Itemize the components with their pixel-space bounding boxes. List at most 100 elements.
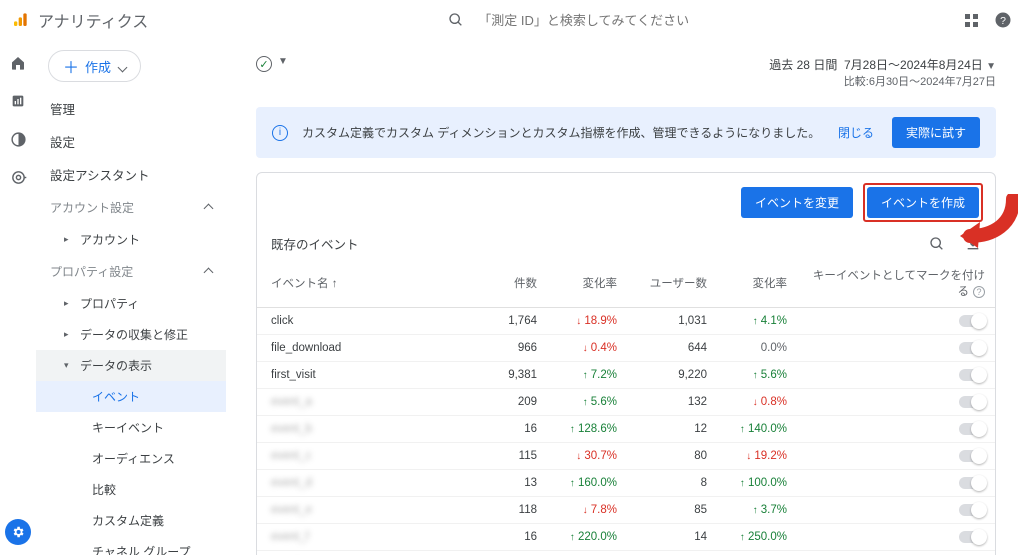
cell-count: 115	[487, 443, 547, 470]
table-row[interactable]: event_e118↓ 7.8%85↑ 3.7%	[257, 497, 995, 524]
download-icon[interactable]	[965, 236, 981, 252]
search-input[interactable]	[476, 12, 736, 29]
key-event-toggle[interactable]	[959, 450, 985, 462]
cell-event-name: event_g	[257, 551, 487, 555]
cell-toggle	[797, 308, 995, 335]
table-row[interactable]: file_download966↓ 0.4%644 0.0%	[257, 335, 995, 362]
apps-icon[interactable]	[965, 14, 978, 27]
nav-data-collection[interactable]: ▸データの収集と修正	[36, 319, 226, 350]
key-event-toggle[interactable]	[959, 477, 985, 489]
table-row[interactable]: event_a209↑ 5.6%132↓ 0.8%	[257, 389, 995, 416]
nav-channel-groups[interactable]: チャネル グループ	[36, 536, 226, 555]
help-icon[interactable]: ?	[994, 11, 1012, 29]
cell-change2: ↑ 250.0%	[717, 524, 797, 551]
cell-count: 9,381	[487, 362, 547, 389]
key-event-toggle[interactable]	[959, 423, 985, 435]
cell-change1: ↑ 7.2%	[547, 362, 627, 389]
rail-reports-icon[interactable]	[9, 92, 27, 110]
key-event-toggle[interactable]	[959, 504, 985, 516]
cell-users: 9,220	[627, 362, 717, 389]
cell-event-name: event_b	[257, 416, 487, 443]
table-row[interactable]: event_d13↑ 160.0%8↑ 100.0%	[257, 470, 995, 497]
chevron-up-icon	[205, 265, 212, 279]
key-event-toggle[interactable]	[959, 315, 985, 327]
cell-users: 85	[627, 497, 717, 524]
cell-event-name: file_download	[257, 335, 487, 362]
nav-custom-definitions[interactable]: カスタム定義	[36, 505, 226, 536]
cell-toggle	[797, 551, 995, 555]
col-change2[interactable]: 変化率	[717, 261, 797, 308]
col-users[interactable]: ユーザー数	[627, 261, 717, 308]
cell-change1: ↑ 160.0%	[547, 470, 627, 497]
events-card: イベントを変更 イベントを作成 既存のイベント イベント名 ↑ 件数 変化率 ユ…	[256, 172, 996, 555]
cell-event-name: first_visit	[257, 362, 487, 389]
cell-event-name: event_e	[257, 497, 487, 524]
nav-setup-assistant[interactable]: 設定アシスタント	[36, 158, 226, 191]
banner-text: カスタム定義でカスタム ディメンションとカスタム指標を作成、管理できるようになり…	[302, 124, 820, 141]
search-icon	[448, 12, 464, 28]
app-title: アナリティクス	[38, 8, 148, 32]
banner-try-button[interactable]: 実際に試す	[892, 117, 980, 148]
table-row[interactable]: first_visit9,381↑ 7.2%9,220↑ 5.6%	[257, 362, 995, 389]
table-row[interactable]: event_b16↑ 128.6%12↑ 140.0%	[257, 416, 995, 443]
col-change1[interactable]: 変化率	[547, 261, 627, 308]
key-event-toggle[interactable]	[959, 531, 985, 543]
banner-close-button[interactable]: 閉じる	[838, 124, 874, 141]
search-icon[interactable]	[929, 236, 945, 252]
nav-account[interactable]: ▸アカウント	[36, 224, 226, 255]
rail-home-icon[interactable]	[9, 54, 27, 72]
nav-comparisons[interactable]: 比較	[36, 474, 226, 505]
search-box[interactable]	[448, 12, 736, 29]
table-row[interactable]: event_c115↓ 30.7%80↓ 19.2%	[257, 443, 995, 470]
nav-property-section[interactable]: プロパティ設定	[36, 255, 226, 288]
table-row[interactable]: event_f16↑ 220.0%14↑ 250.0%	[257, 524, 995, 551]
chevron-down-icon: ▼	[986, 61, 996, 72]
create-button[interactable]: ＋ 作成	[48, 50, 141, 82]
col-event-name[interactable]: イベント名 ↑	[257, 261, 487, 308]
nav-key-events[interactable]: キーイベント	[36, 412, 226, 443]
key-event-toggle[interactable]	[959, 396, 985, 408]
help-icon[interactable]: ?	[973, 286, 985, 298]
nav-audiences[interactable]: オーディエンス	[36, 443, 226, 474]
create-event-button[interactable]: イベントを作成	[867, 187, 979, 218]
key-event-toggle[interactable]	[959, 369, 985, 381]
info-banner: i カスタム定義でカスタム ディメンションとカスタム指標を作成、管理できるように…	[256, 107, 996, 158]
cell-users: 12	[627, 416, 717, 443]
table-row[interactable]: click1,764↓ 18.9%1,031↑ 4.1%	[257, 308, 995, 335]
cell-count: 16	[487, 524, 547, 551]
cell-change2: ↓ 0.8%	[717, 389, 797, 416]
nav-account-section[interactable]: アカウント設定	[36, 191, 226, 224]
modify-event-button[interactable]: イベントを変更	[741, 187, 853, 218]
key-event-toggle[interactable]	[959, 342, 985, 354]
status-chip-icon[interactable]: ✓	[256, 56, 272, 72]
cell-change1: ↓ 0.4%	[547, 335, 627, 362]
table-row[interactable]: event_g126↑ 3.3%84↑ 2.4%	[257, 551, 995, 555]
cell-toggle	[797, 362, 995, 389]
cell-toggle	[797, 335, 995, 362]
rail-explore-icon[interactable]	[9, 130, 27, 148]
topbar: アナリティクス ?	[0, 0, 1024, 40]
main-content: ✓ ▼ 過去 28 日間 7月28日～2024年8月24日 ▼ 比較:6月30日…	[226, 46, 1024, 555]
cell-event-name: event_f	[257, 524, 487, 551]
cell-users: 8	[627, 470, 717, 497]
date-range-picker[interactable]: 過去 28 日間 7月28日～2024年8月24日 ▼ 比較:6月30日～202…	[769, 56, 996, 89]
cell-count: 126	[487, 551, 547, 555]
cell-users: 644	[627, 335, 717, 362]
nav-settings[interactable]: 設定	[36, 125, 226, 158]
create-button-label: 作成	[85, 57, 111, 76]
col-count[interactable]: 件数	[487, 261, 547, 308]
cell-users: 132	[627, 389, 717, 416]
nav-data-display[interactable]: ▾データの表示	[36, 350, 226, 381]
rail-ads-icon[interactable]	[9, 168, 27, 186]
events-table: イベント名 ↑ 件数 変化率 ユーザー数 変化率 キーイベントとしてマークを付け…	[257, 261, 995, 555]
plus-icon: ＋	[63, 54, 79, 78]
nav-events[interactable]: イベント	[36, 381, 226, 412]
chevron-down-icon[interactable]: ▼	[278, 56, 288, 67]
cell-change1: ↑ 3.3%	[547, 551, 627, 555]
nav-admin[interactable]: 管理	[36, 92, 226, 125]
rail-admin-settings-icon[interactable]	[5, 519, 31, 545]
nav-property[interactable]: ▸プロパティ	[36, 288, 226, 319]
analytics-logo-icon	[12, 12, 28, 28]
cell-count: 209	[487, 389, 547, 416]
chevron-up-icon	[205, 201, 212, 215]
